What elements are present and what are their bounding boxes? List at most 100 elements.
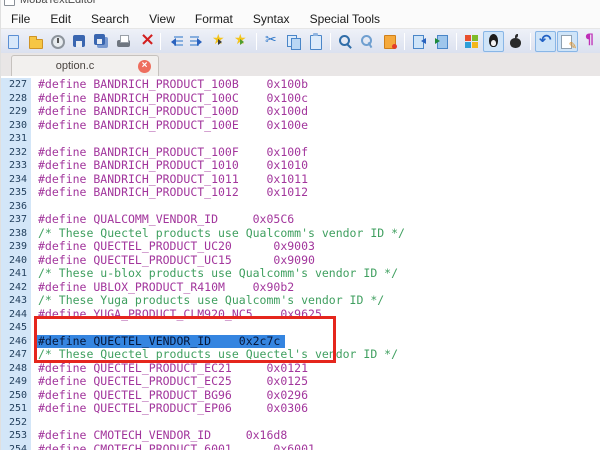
show-paragraph-marks-button[interactable] <box>579 31 600 52</box>
undo-icon <box>537 33 554 50</box>
menu-item-format[interactable]: Format <box>185 10 243 28</box>
code-line[interactable]: 235#define BANDRICH_PRODUCT_1012 0x1012 <box>1 186 600 200</box>
bookmark-next-button[interactable] <box>231 31 252 52</box>
code-line[interactable]: 243/* These Yuga products use Qualcomm's… <box>1 294 600 308</box>
replace-button[interactable] <box>357 31 378 52</box>
app-icon <box>4 0 15 6</box>
print-button[interactable] <box>113 31 134 52</box>
code-line[interactable]: 253#define CMOTECH_VENDOR_ID 0x16d8 <box>1 429 600 443</box>
code-editor[interactable]: 227#define BANDRICH_PRODUCT_100B 0x100b2… <box>1 76 600 450</box>
code-line[interactable]: 246#define QUECTEL_VENDOR_ID 0x2c7c <box>1 335 600 349</box>
line-number: 230 <box>1 119 34 133</box>
code-line[interactable]: 242#define UBLOX_PRODUCT_R410M 0x90b2 <box>1 281 600 295</box>
code-text: #define QUECTEL_PRODUCT_EC21 0x0121 <box>34 362 308 376</box>
compare-right-icon <box>433 33 450 50</box>
tab-close-icon[interactable]: × <box>138 60 151 73</box>
unix-format-button[interactable] <box>483 31 504 52</box>
code-line[interactable]: 249#define QUECTEL_PRODUCT_EC25 0x0125 <box>1 375 600 389</box>
line-number: 238 <box>1 227 34 241</box>
menu-item-syntax[interactable]: Syntax <box>243 10 300 28</box>
code-line[interactable]: 227#define BANDRICH_PRODUCT_100B 0x100b <box>1 78 600 92</box>
goto-line-button[interactable] <box>379 31 400 52</box>
open-folder-icon <box>27 33 44 50</box>
toolbar-separator <box>160 33 161 50</box>
menu-item-special-tools[interactable]: Special Tools <box>300 10 391 28</box>
code-line[interactable]: 245 <box>1 321 600 335</box>
code-line[interactable]: 236 <box>1 200 600 214</box>
toolbar-separator <box>456 33 457 50</box>
line-number: 247 <box>1 348 34 362</box>
tab-option-c[interactable]: option.c × <box>11 55 159 76</box>
code-line[interactable]: 233#define BANDRICH_PRODUCT_1010 0x1010 <box>1 159 600 173</box>
mac-format-button[interactable] <box>505 31 526 52</box>
save-all-icon <box>93 33 110 50</box>
line-number: 232 <box>1 146 34 160</box>
new-file-button[interactable] <box>3 31 24 52</box>
close-file-button[interactable] <box>135 31 156 52</box>
code-line[interactable]: 250#define QUECTEL_PRODUCT_BG96 0x0296 <box>1 389 600 403</box>
code-text <box>34 416 38 430</box>
windows-format-icon <box>463 33 480 50</box>
unindent-button[interactable] <box>165 31 186 52</box>
save-button[interactable] <box>69 31 90 52</box>
line-number: 248 <box>1 362 34 376</box>
compare-right-button[interactable] <box>431 31 452 52</box>
cut-button[interactable] <box>261 31 282 52</box>
windows-format-button[interactable] <box>461 31 482 52</box>
code-line[interactable]: 228#define BANDRICH_PRODUCT_100C 0x100c <box>1 92 600 106</box>
code-line[interactable]: 237#define QUALCOMM_VENDOR_ID 0x05C6 <box>1 213 600 227</box>
bookmark-prev-button[interactable] <box>209 31 230 52</box>
code-line[interactable]: 252 <box>1 416 600 430</box>
code-line[interactable]: 231 <box>1 132 600 146</box>
code-line[interactable]: 254#define CMOTECH_PRODUCT_6001 0x6001 <box>1 443 600 450</box>
line-number: 229 <box>1 105 34 119</box>
code-line[interactable]: 247/* These Quectel products use Quectel… <box>1 348 600 362</box>
menu-item-view[interactable]: View <box>139 10 185 28</box>
open-folder-button[interactable] <box>25 31 46 52</box>
code-text: #define BANDRICH_PRODUCT_100B 0x100b <box>34 78 308 92</box>
line-number: 245 <box>1 321 34 335</box>
compare-left-button[interactable] <box>409 31 430 52</box>
edit-mode-button[interactable] <box>557 31 578 52</box>
paste-button[interactable] <box>305 31 326 52</box>
indent-button[interactable] <box>187 31 208 52</box>
line-number: 236 <box>1 200 34 214</box>
copy-icon <box>285 33 302 50</box>
copy-button[interactable] <box>283 31 304 52</box>
code-line[interactable]: 251#define QUECTEL_PRODUCT_EP06 0x0306 <box>1 402 600 416</box>
recent-files-button[interactable] <box>47 31 68 52</box>
replace-icon <box>359 33 376 50</box>
code-line[interactable]: 232#define BANDRICH_PRODUCT_100F 0x100f <box>1 146 600 160</box>
menu-item-edit[interactable]: Edit <box>40 10 81 28</box>
unix-format-icon <box>485 33 502 50</box>
code-text: /* These Quectel products use Quectel's … <box>34 348 398 362</box>
code-line[interactable]: 240#define QUECTEL_PRODUCT_UC15 0x9090 <box>1 254 600 268</box>
line-number: 250 <box>1 389 34 403</box>
code-text: #define QUECTEL_PRODUCT_EC25 0x0125 <box>34 375 308 389</box>
code-text: #define BANDRICH_PRODUCT_1011 0x1011 <box>34 173 308 187</box>
code-line[interactable]: 238/* These Quectel products use Qualcom… <box>1 227 600 241</box>
code-line[interactable]: 230#define BANDRICH_PRODUCT_100E 0x100e <box>1 119 600 133</box>
search-button[interactable] <box>335 31 356 52</box>
code-line[interactable]: 229#define BANDRICH_PRODUCT_100D 0x100d <box>1 105 600 119</box>
save-all-button[interactable] <box>91 31 112 52</box>
toolbar-separator <box>256 33 257 50</box>
new-file-icon <box>5 33 22 50</box>
indent-icon <box>189 33 206 50</box>
selected-code-text: #define QUECTEL_VENDOR_ID 0x2c7c <box>34 335 285 349</box>
goto-line-icon <box>381 33 398 50</box>
code-line[interactable]: 234#define BANDRICH_PRODUCT_1011 0x1011 <box>1 173 600 187</box>
line-number: 243 <box>1 294 34 308</box>
menu-item-search[interactable]: Search <box>81 10 139 28</box>
menu-item-file[interactable]: File <box>1 10 40 28</box>
line-number: 240 <box>1 254 34 268</box>
code-text: #define BANDRICH_PRODUCT_1010 0x1010 <box>34 159 308 173</box>
code-text: #define BANDRICH_PRODUCT_100D 0x100d <box>34 105 308 119</box>
code-line[interactable]: 241/* These u-blox products use Qualcomm… <box>1 267 600 281</box>
line-number: 228 <box>1 92 34 106</box>
code-line[interactable]: 239#define QUECTEL_PRODUCT_UC20 0x9003 <box>1 240 600 254</box>
code-line[interactable]: 248#define QUECTEL_PRODUCT_EC21 0x0121 <box>1 362 600 376</box>
undo-button[interactable] <box>535 31 556 52</box>
line-number: 237 <box>1 213 34 227</box>
code-line[interactable]: 244#define YUGA_PRODUCT_CLM920_NC5 0x962… <box>1 308 600 322</box>
